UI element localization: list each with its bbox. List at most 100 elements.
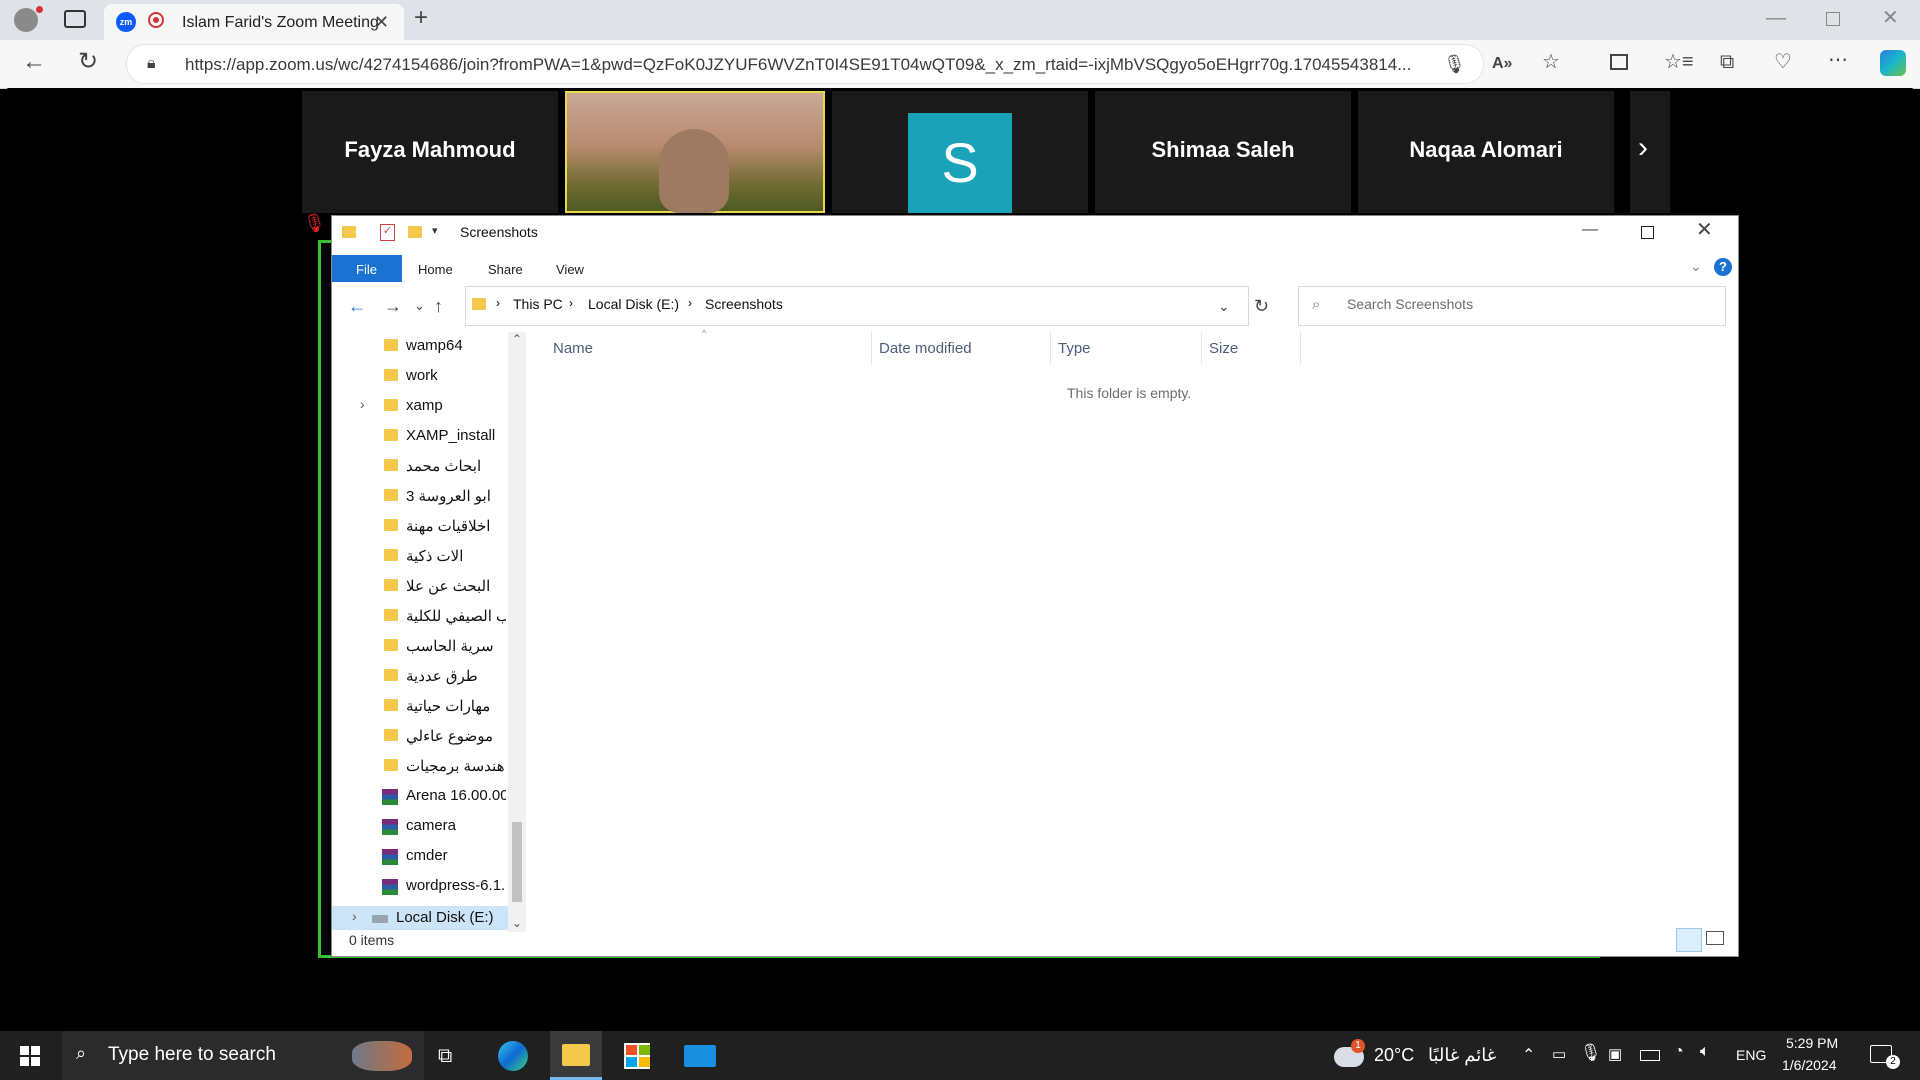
close-icon[interactable]: ✕	[1696, 220, 1713, 240]
column-size[interactable]: Size	[1209, 340, 1238, 357]
quick-access-dropdown-icon[interactable]: ▾	[432, 224, 438, 237]
weather-description[interactable]: غائم غالبًا	[1428, 1045, 1496, 1066]
nav-item[interactable]: cmder	[332, 842, 508, 870]
up-icon[interactable]: ↑	[434, 296, 443, 316]
tab-actions-icon[interactable]	[64, 10, 86, 28]
maximize-icon[interactable]	[1641, 226, 1654, 239]
nav-item[interactable]: work	[332, 362, 508, 390]
restore-window-icon[interactable]	[1826, 12, 1840, 26]
large-icons-view-icon[interactable]	[1706, 931, 1724, 945]
close-tab-icon[interactable]: ✕	[374, 12, 389, 32]
file-explorer-taskbar-button[interactable]	[550, 1031, 602, 1080]
participant-tile[interactable]: Fayza Mahmoud	[302, 91, 558, 213]
read-aloud-icon[interactable]: A»	[1492, 54, 1512, 74]
close-window-icon[interactable]: ✕	[1882, 8, 1899, 28]
nav-item[interactable]: Arena 16.00.00	[332, 782, 508, 810]
more-menu-icon[interactable]: ⋯	[1828, 50, 1848, 70]
mail-icon[interactable]	[684, 1045, 716, 1067]
taskbar-search-box[interactable]: ⌕ Type here to search	[62, 1031, 424, 1080]
nav-item[interactable]: الات ذكية	[332, 542, 508, 570]
address-bar[interactable]: 🔒︎ https://app.zoom.us/wc/4274154686/joi…	[126, 44, 1484, 84]
expand-ribbon-icon[interactable]: ⌄	[1690, 258, 1702, 275]
nav-item[interactable]: ابحاث محمد	[332, 452, 508, 480]
participant-tile[interactable]: Shimaa Saleh	[1095, 91, 1351, 213]
microphone-icon[interactable]: 🎙︎	[1580, 1043, 1602, 1063]
copilot-icon[interactable]	[1880, 50, 1906, 76]
scroll-down-icon[interactable]: ⌄	[512, 916, 522, 930]
url-text[interactable]: https://app.zoom.us/wc/4274154686/join?f…	[185, 55, 1411, 75]
address-dropdown-icon[interactable]: ⌄	[1218, 296, 1230, 316]
browser-essentials-icon[interactable]: ♡	[1774, 52, 1792, 72]
properties-icon[interactable]: ✓	[380, 224, 395, 241]
address-box[interactable]	[465, 286, 1249, 326]
next-participants-button[interactable]: ›	[1630, 91, 1670, 213]
volume-icon[interactable]: 🔈︎	[1700, 1043, 1710, 1061]
nav-item[interactable]: موضوع عاءلي	[332, 722, 508, 750]
forward-icon[interactable]: →	[384, 296, 402, 316]
monitor-icon[interactable]: ▣	[1608, 1045, 1622, 1063]
windows-start-icon[interactable]	[20, 1046, 40, 1066]
details-view-icon[interactable]	[1676, 928, 1702, 952]
nav-item[interactable]: › xamp	[332, 392, 508, 420]
scroll-up-icon[interactable]: ⌃	[512, 332, 522, 346]
nav-item[interactable]: البحث عن علا	[332, 572, 508, 600]
camera-icon[interactable]: ▭	[1552, 1045, 1566, 1063]
taskbar-search-input[interactable]: Type here to search	[108, 1044, 276, 1066]
nav-scrollbar[interactable]: ⌃ ⌄	[508, 332, 526, 932]
menu-share[interactable]: Share	[488, 262, 523, 277]
nav-item[interactable]: camera	[332, 812, 508, 840]
participant-tile[interactable]: S	[832, 91, 1088, 213]
weather-temperature[interactable]: 20°C	[1374, 1045, 1414, 1066]
minimize-window-icon[interactable]: —	[1766, 8, 1786, 28]
edge-icon[interactable]	[498, 1041, 528, 1071]
menu-file[interactable]: File	[356, 262, 377, 277]
new-tab-icon[interactable]: +	[414, 6, 428, 30]
nav-item[interactable]: سرية الحاسب	[332, 632, 508, 660]
lock-icon[interactable]: 🔒︎	[147, 54, 156, 74]
nav-item[interactable]: wamp64	[332, 332, 508, 360]
breadcrumb-this-pc[interactable]: This PC	[513, 296, 563, 312]
participant-video-tile[interactable]	[565, 91, 825, 213]
help-icon[interactable]: ?	[1714, 258, 1732, 276]
favorite-star-icon[interactable]: ☆	[1542, 52, 1560, 72]
menu-view[interactable]: View	[556, 262, 584, 277]
nav-item[interactable]: مهارات حياتية	[332, 692, 508, 720]
breadcrumb-screenshots[interactable]: Screenshots	[705, 296, 783, 312]
expand-chevron-icon[interactable]: ›	[352, 908, 357, 924]
microphone-icon[interactable]: 🎙︎	[1443, 54, 1466, 74]
nav-item[interactable]: هندسة برمجيات	[332, 752, 508, 780]
nav-drive-item[interactable]: › Local Disk (E:)	[332, 906, 508, 930]
nav-item[interactable]: ب الصيفي للكلية	[332, 602, 508, 630]
nav-item[interactable]: XAMP_install	[332, 422, 508, 450]
scroll-thumb[interactable]	[512, 822, 522, 902]
favorites-icon[interactable]: ☆≡	[1664, 52, 1694, 72]
expand-chevron-icon[interactable]: ›	[360, 396, 365, 412]
clock-time[interactable]: 5:29 PM	[1786, 1035, 1838, 1051]
browser-tab[interactable]: zm Islam Farid's Zoom Meeting ✕	[104, 4, 404, 40]
recent-locations-icon[interactable]: ⌄	[414, 296, 425, 316]
refresh-icon[interactable]: ↻	[1254, 296, 1269, 316]
language-indicator[interactable]: ENG	[1736, 1047, 1766, 1063]
nav-item[interactable]: طرق عددية	[332, 662, 508, 690]
split-screen-icon[interactable]	[1610, 54, 1628, 70]
battery-icon[interactable]	[1640, 1050, 1660, 1061]
nav-item[interactable]: wordpress-6.1.1	[332, 872, 508, 900]
search-input[interactable]: Search Screenshots	[1347, 296, 1473, 312]
network-icon[interactable]: ◔	[1674, 1043, 1684, 1061]
column-name[interactable]: Name	[553, 340, 593, 357]
refresh-icon[interactable]: ↻	[78, 50, 98, 74]
menu-home[interactable]: Home	[418, 262, 453, 277]
navigation-pane[interactable]: wamp64 work › xamp XAMP_install ابحاث محمد ابو…	[332, 332, 527, 932]
task-view-icon[interactable]: ⧉	[438, 1045, 452, 1068]
minimize-icon[interactable]: —	[1582, 220, 1598, 240]
breadcrumb-local-disk[interactable]: Local Disk (E:)	[588, 296, 679, 312]
column-date-modified[interactable]: Date modified	[879, 340, 972, 357]
profile-icon[interactable]	[14, 8, 38, 32]
collections-icon[interactable]: ⧉	[1720, 52, 1734, 72]
nav-item[interactable]: ابو العروسة 3	[332, 482, 508, 510]
column-type[interactable]: Type	[1058, 340, 1091, 357]
show-hidden-icons-icon[interactable]: ⌃	[1522, 1045, 1535, 1065]
back-arrow-icon[interactable]: ←	[22, 50, 46, 74]
back-icon[interactable]: ←	[348, 296, 366, 316]
participant-tile[interactable]: Naqaa Alomari	[1358, 91, 1614, 213]
